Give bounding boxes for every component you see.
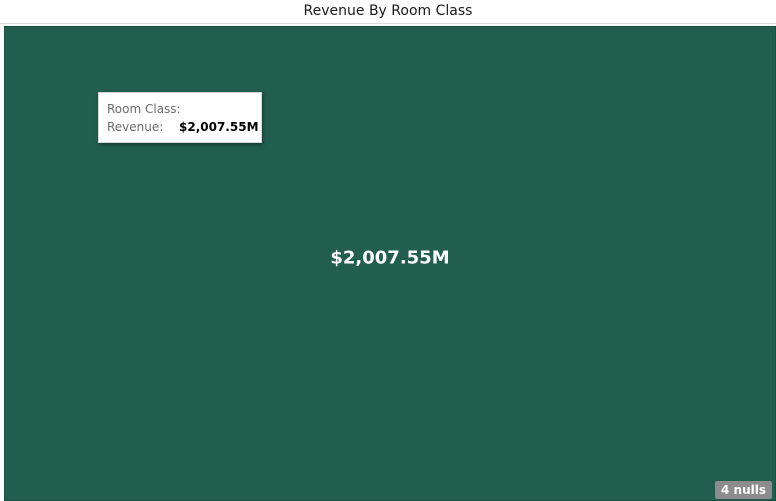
tooltip-row-revenue: Revenue: $2,007.55M (107, 120, 259, 134)
tooltip-revenue-label: Revenue: (107, 120, 164, 134)
hover-tooltip: Room Class: Revenue: $2,007.55M (98, 92, 262, 143)
tooltip-category-label: Room Class: (107, 102, 181, 116)
tooltip-revenue-value: $2,007.55M (179, 120, 259, 134)
chart-title: Revenue By Room Class (303, 3, 473, 19)
tooltip-row-category: Room Class: (107, 102, 181, 116)
treemap-cell-label: $2,007.55M (330, 248, 449, 269)
title-divider (0, 23, 776, 24)
dashboard-page: Revenue By Room Class $2,007.55M Room Cl… (0, 0, 776, 501)
nulls-indicator[interactable]: 4 nulls (715, 481, 772, 499)
